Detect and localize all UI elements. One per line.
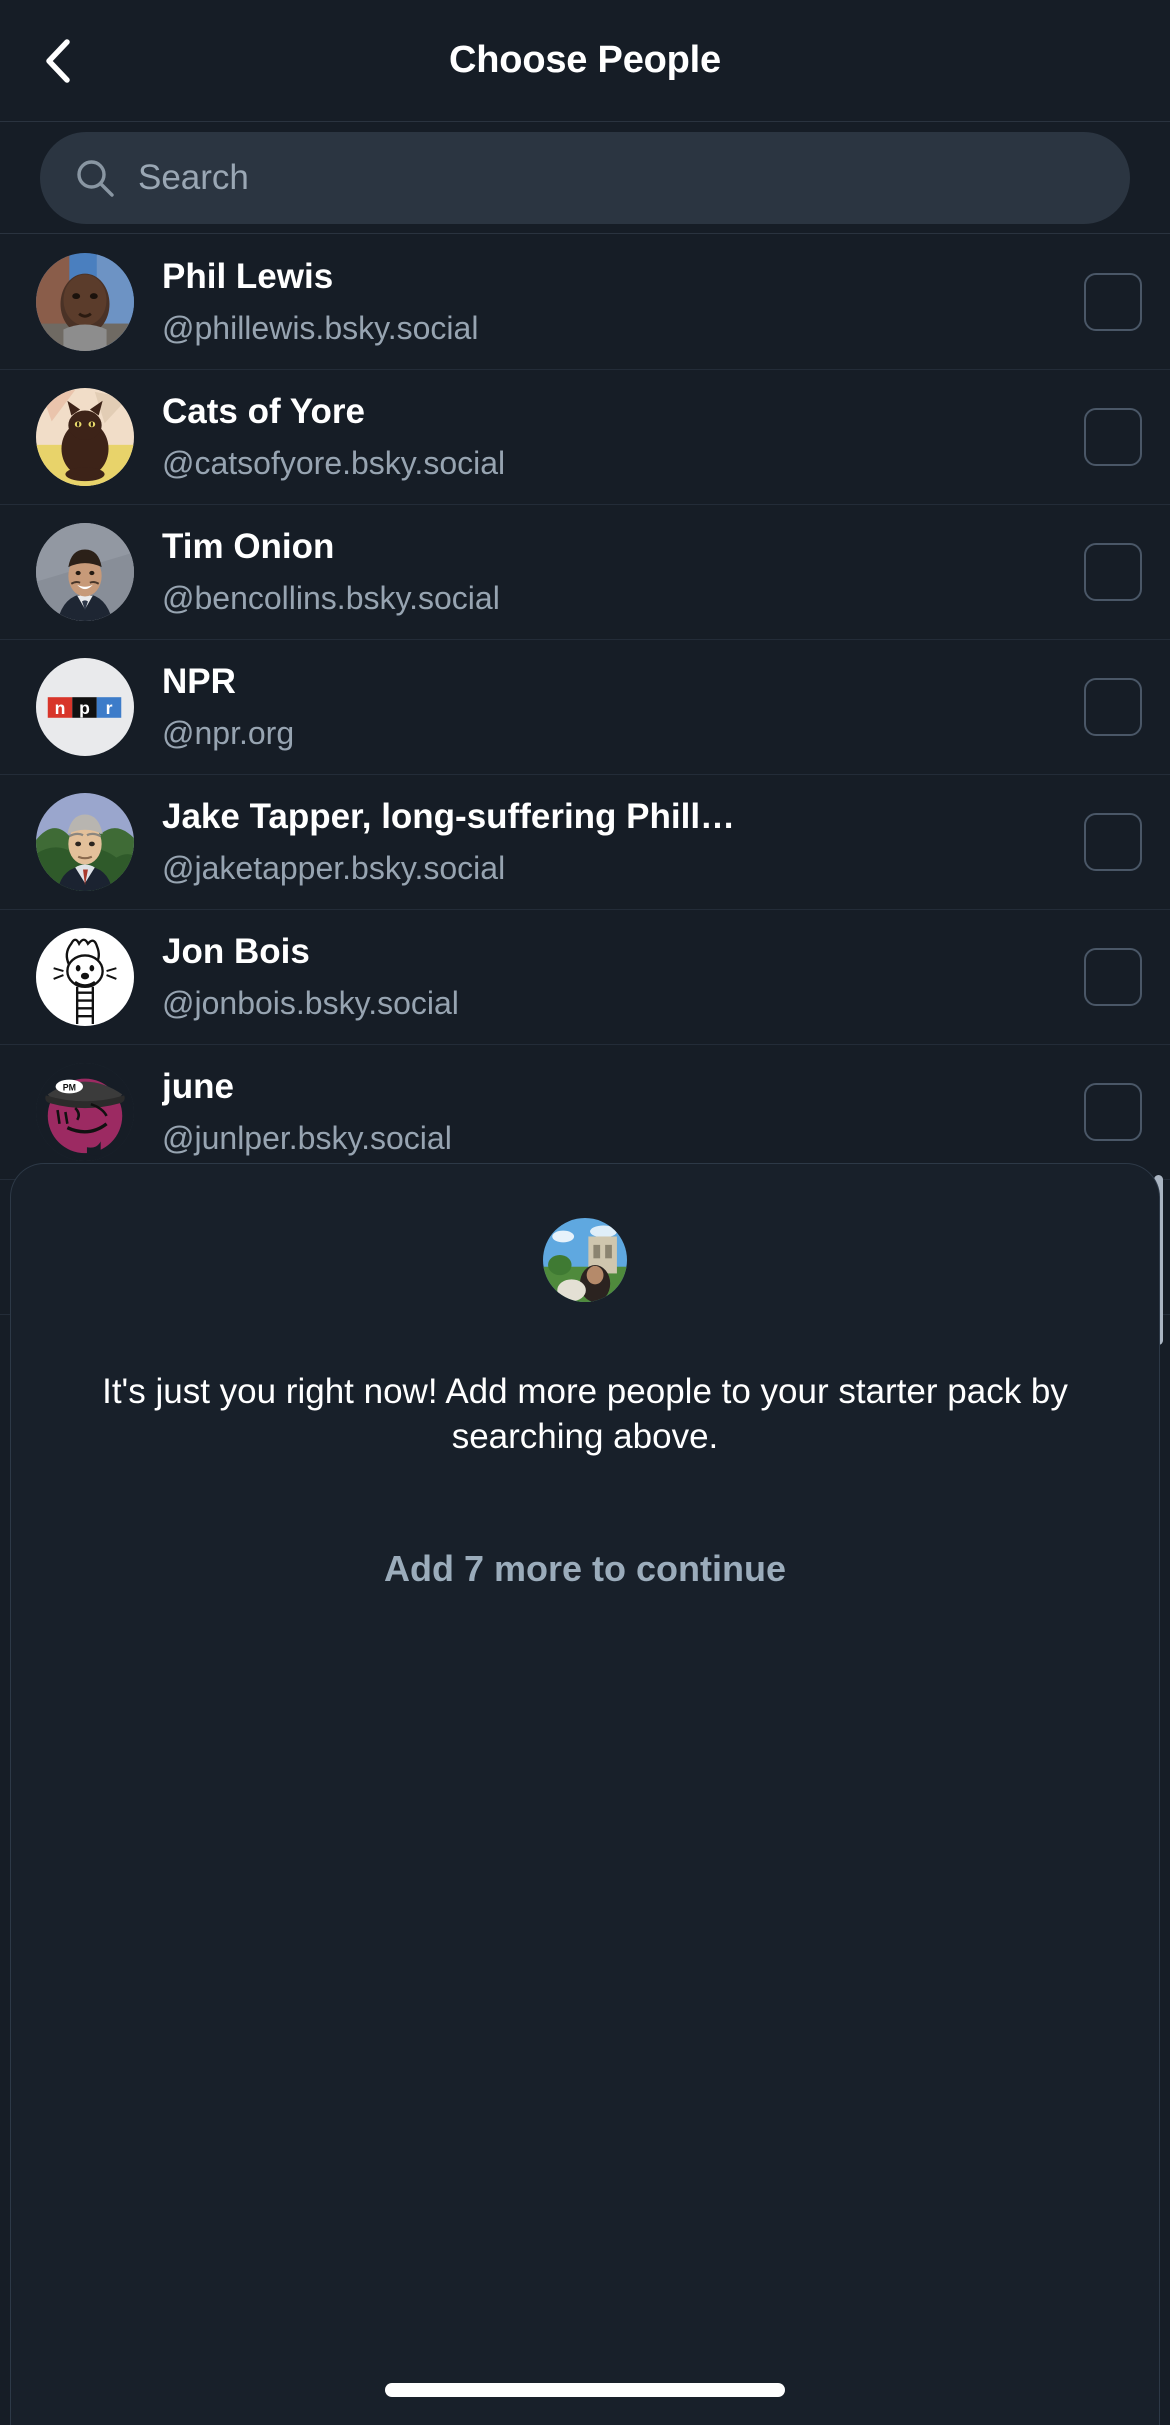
person-name: june [162, 1067, 234, 1107]
search-icon [74, 157, 116, 199]
person-handle: @catsofyore.bsky.social [162, 444, 506, 481]
avatar: n p r [36, 658, 134, 756]
person-info: Phil Lewis @phillewis.bsky.social [162, 257, 1084, 346]
person-info: Jake Tapper, long-suffering Phill… @jake… [162, 797, 1084, 886]
person-name: Cats of Yore [162, 392, 365, 432]
person-handle: @phillewis.bsky.social [162, 309, 479, 346]
svg-text:r: r [106, 698, 113, 718]
person-name: Tim Onion [162, 527, 335, 567]
person-handle: @junlper.bsky.social [162, 1119, 452, 1156]
search-bar-container: Search [0, 122, 1170, 234]
person-handle: @bencollins.bsky.social [162, 579, 500, 616]
choose-people-screen: Choose People Search Phil Lewis @phillew… [0, 0, 1170, 2425]
person-info: Jon Bois @jonbois.bsky.social [162, 932, 1084, 1021]
person-info: Cats of Yore @catsofyore.bsky.social [162, 392, 1084, 481]
person-info: june @junlper.bsky.social [162, 1067, 1084, 1156]
avatar [36, 253, 134, 351]
list-item[interactable]: Jon Bois @jonbois.bsky.social [0, 910, 1170, 1045]
select-checkbox[interactable] [1084, 408, 1142, 466]
person-name: NPR [162, 662, 236, 702]
list-item[interactable]: Cats of Yore @catsofyore.bsky.social [0, 370, 1170, 505]
avatar: PM [36, 1063, 134, 1161]
header: Choose People [0, 0, 1170, 122]
svg-text:n: n [55, 698, 66, 718]
person-name: Phil Lewis [162, 257, 334, 297]
home-indicator [385, 2383, 785, 2397]
avatar [36, 523, 134, 621]
svg-text:p: p [79, 698, 90, 718]
person-handle: @jaketapper.bsky.social [162, 849, 506, 886]
person-name: Jake Tapper, long-suffering Phill… [162, 797, 736, 837]
page-title: Choose People [449, 39, 721, 81]
select-checkbox[interactable] [1084, 273, 1142, 331]
back-button[interactable] [28, 30, 90, 92]
add-more-to-continue-button[interactable]: Add 7 more to continue [384, 1548, 786, 1590]
list-item[interactable]: Tim Onion @bencollins.bsky.social [0, 505, 1170, 640]
avatar [36, 793, 134, 891]
select-checkbox[interactable] [1084, 948, 1142, 1006]
person-info: NPR @npr.org [162, 662, 1084, 751]
list-item[interactable]: Phil Lewis @phillewis.bsky.social [0, 235, 1170, 370]
select-checkbox[interactable] [1084, 813, 1142, 871]
search-input[interactable]: Search [40, 131, 1130, 224]
list-item[interactable]: Jake Tapper, long-suffering Phill… @jake… [0, 775, 1170, 910]
current-user-avatar [543, 1218, 627, 1302]
chevron-left-icon [39, 37, 79, 85]
select-checkbox[interactable] [1084, 1083, 1142, 1141]
select-checkbox[interactable] [1084, 543, 1142, 601]
person-handle: @npr.org [162, 714, 295, 751]
list-item[interactable]: PM june @junlper.bsky.social [0, 1045, 1170, 1180]
person-info: Tim Onion @bencollins.bsky.social [162, 527, 1084, 616]
list-item[interactable]: n p r NPR @npr.org [0, 640, 1170, 775]
empty-state-message: It's just you right now! Add more people… [102, 1372, 1068, 1456]
avatar [36, 388, 134, 486]
bottom-sheet: It's just you right now! Add more people… [10, 1163, 1160, 2425]
person-name: Jon Bois [162, 932, 310, 972]
person-handle: @jonbois.bsky.social [162, 984, 459, 1021]
search-placeholder: Search [138, 157, 249, 197]
avatar [36, 928, 134, 1026]
select-checkbox[interactable] [1084, 678, 1142, 736]
svg-text:PM: PM [63, 1082, 76, 1092]
